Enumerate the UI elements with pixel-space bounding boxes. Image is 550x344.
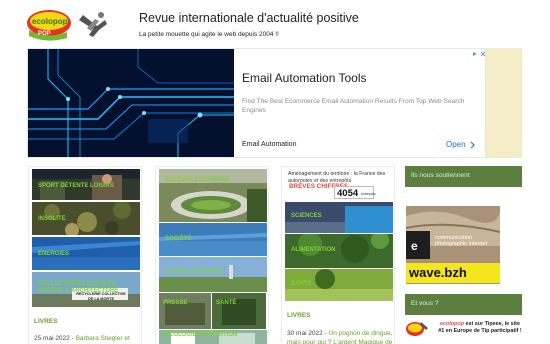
tile-label: ÉNERGIES [38,251,70,257]
adchoices-icon[interactable] [472,51,478,57]
wave-ad-text: communication photographie internet [435,235,487,247]
tile-label: SPORT DÉTENTE LOISIRS [38,183,115,189]
category-tile-insolite[interactable]: INSOLITE [32,202,140,235]
advertisement-banner[interactable]: Email Automation Tools Find The Best Eco… [27,48,522,158]
counter-unit: entrepôts [361,192,376,196]
sidebar-ad-wave[interactable]: e communication photographie internet wa… [406,206,500,284]
wave-mark: e [411,239,418,253]
article-link[interactable]: Barbara Stiegler et [76,335,130,342]
counter-value: 4054 [337,188,359,199]
category-tile-sante[interactable]: SANTÉ [285,269,393,301]
site-logo[interactable]: ecolopop POP [27,6,111,42]
category-tile-ecologie[interactable]: ÉCOLOGIE PRÉVENTION [159,330,267,344]
article-date: 25 mai 2022 [34,335,70,342]
tile-label: SANTÉ [291,281,312,287]
tile-label: SANTÉ [216,300,237,306]
tile-label: ALIMENTATION [291,247,336,253]
article-column-2: CULTURE CITOYENNE SOCIÉTÉ CLIMAT & ÉNERG… [155,166,269,344]
article-column-3: Aménagement du territoire : la France de… [281,166,395,344]
svg-text:ecolopop: ecolopop [32,17,68,26]
ad-image[interactable] [28,49,234,157]
page: ecolopop POP Revue internationale d'actu… [0,0,550,344]
tipeee-notice[interactable]: ecolopop est sur Tipeee, le site #1 en E… [437,321,523,334]
ad-open-button[interactable]: Open [446,140,476,149]
article-column-1: SPORT DÉTENTE LOISIRS INSOLITE ÉNERGIES [28,166,142,344]
tile-label: PRESSE [163,300,188,306]
site-title: Revue internationale d'actualité positiv… [139,11,359,25]
ad-open-label: Open [446,140,466,149]
sign-text: RECYCLERIE COLLECTIVE DE LA MORTE [76,292,126,301]
tipeee-brand: ecolopop [440,321,465,327]
site-tagline: La petite mouette qui agite le web depui… [139,31,279,38]
article-meta: 25 mai 2022 - Barbara Stiegler et [34,335,130,342]
tile-label: ÉCOLOGIE PRÉVENTION [165,332,238,338]
category-tile-culture[interactable]: CULTURE CITOYENNE [159,169,267,222]
chevron-right-icon [470,141,475,148]
tile-label: CULTURE CITOYENNE [165,177,230,183]
article-tag[interactable]: LIVRES [34,318,57,325]
category-tile-sciences[interactable]: SCIENCES [285,202,393,233]
presse-photo [159,293,211,329]
category-tile-societe[interactable]: SOCIÉTÉ [159,223,267,256]
tile-label: CLIMAT & ÉNERGIE [165,269,222,275]
sidebar-heading-supporters: Ils nous soutiennent [405,166,522,187]
sante-photo [212,293,266,329]
article-tag[interactable]: LIVRES [287,312,310,319]
tile-label: SOCIÉTÉ [165,236,192,242]
tile-label: SCIENCES [291,213,322,219]
wave-brand: wave.bzh [406,263,500,283]
category-tile-energies[interactable]: ÉNERGIES [32,237,140,270]
article-date: 30 mai 2022 [287,330,323,337]
article-meta: 30 mai 2022 - Un pognon de dingue, mais … [287,330,393,344]
category-tile-climat[interactable]: CLIMAT & ÉNERGIE [159,257,267,292]
tile-label: INSOLITE [38,216,66,222]
category-tile-presse[interactable]: PRESSE [159,293,211,329]
close-icon[interactable] [480,51,486,57]
ad-brand: Email Automation [242,141,297,148]
category-tile-sport[interactable]: SPORT DÉTENTE LOISIRS [32,169,140,200]
ad-card[interactable]: Email Automation Tools Find The Best Eco… [27,48,486,158]
ad-description: Find The Best Ecommerce Email Automation… [242,98,465,114]
counter-box: 4054 entrepôts [334,186,376,199]
category-tile-sante[interactable]: SANTÉ [212,293,266,329]
svg-text:POP: POP [38,31,51,37]
sidebar-heading-you: Et vous ? [405,294,522,315]
category-tile-alimentation[interactable]: ALIMENTATION [285,234,393,268]
ecolopop-mini-logo[interactable] [406,318,430,338]
category-tile-collectivites[interactable]: COLLECTIVITÉS LOCALES HABITAT & ARCHITEC… [32,272,140,307]
ad-title[interactable]: Email Automation Tools [242,71,367,85]
